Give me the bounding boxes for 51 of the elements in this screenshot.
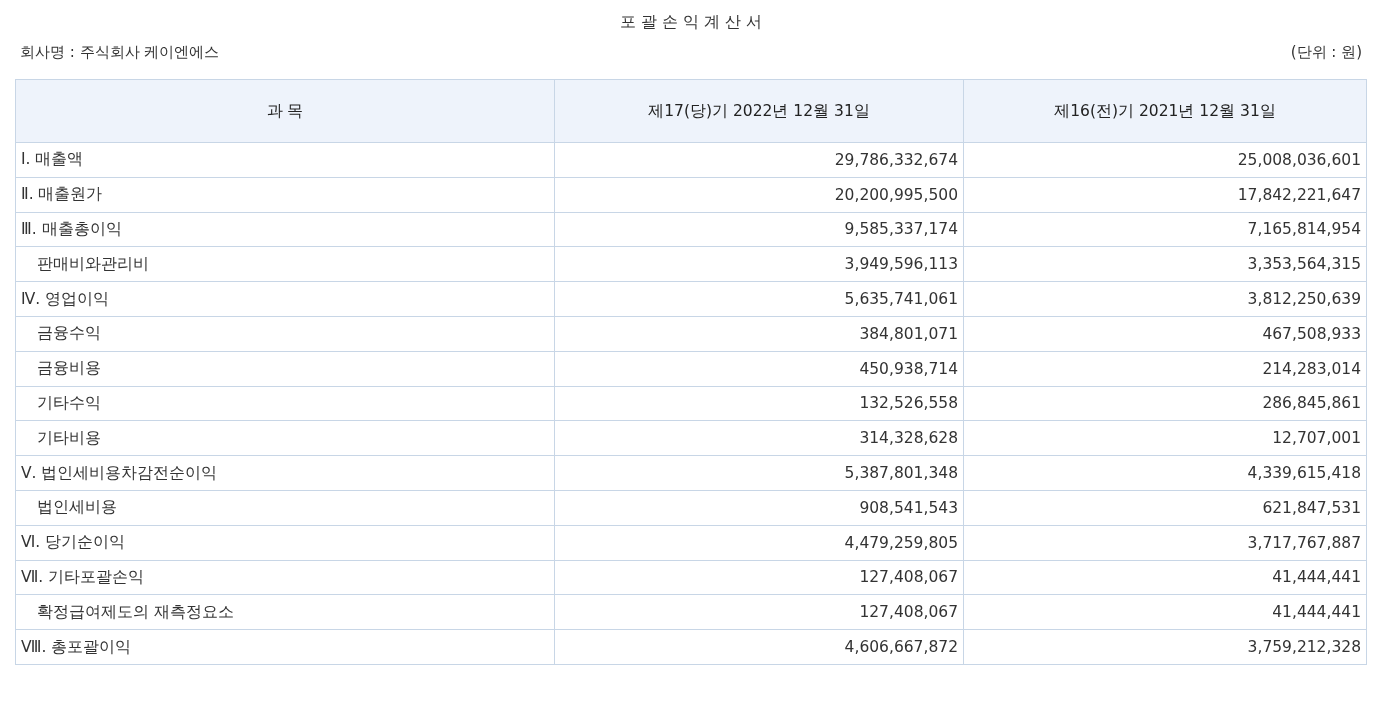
table-cell: 314,328,628 xyxy=(554,420,964,456)
table-cell: 확정급여제도의 재측정요소 xyxy=(15,594,555,630)
table-cell: 17,842,221,647 xyxy=(963,177,1367,213)
table-cell: 3,717,767,887 xyxy=(963,525,1367,561)
table-cell: 41,444,441 xyxy=(963,594,1367,630)
table-cell: 판매비와관리비 xyxy=(15,246,555,282)
table-cell: 25,008,036,601 xyxy=(963,142,1367,178)
table-cell: 기타비용 xyxy=(15,420,555,456)
table-cell: Ⅶ. 기타포괄손익 xyxy=(15,560,555,595)
table-cell: 908,541,543 xyxy=(554,490,964,526)
column-header: 과 목 xyxy=(15,79,555,143)
column-header: 제17(당)기 2022년 12월 31일 xyxy=(554,79,964,143)
table-cell: 9,585,337,174 xyxy=(554,212,964,247)
table-cell: 20,200,995,500 xyxy=(554,177,964,213)
table-cell: Ⅴ. 법인세비용차감전순이익 xyxy=(15,455,555,491)
table-cell: 132,526,558 xyxy=(554,386,964,421)
table-cell: 286,845,861 xyxy=(963,386,1367,421)
table-cell: 3,812,250,639 xyxy=(963,281,1367,317)
table-cell: 금융비용 xyxy=(15,351,555,387)
table-cell: 4,339,615,418 xyxy=(963,455,1367,491)
table-cell: 4,606,667,872 xyxy=(554,629,964,665)
table-cell: 4,479,259,805 xyxy=(554,525,964,561)
company-name: 회사명 : 주식회사 케이엔에스 xyxy=(20,42,220,62)
unit-label: (단위 : 원) xyxy=(1290,42,1362,62)
table-cell: 29,786,332,674 xyxy=(554,142,964,178)
table-cell: 금융수익 xyxy=(15,316,555,352)
table-cell: Ⅰ. 매출액 xyxy=(15,142,555,178)
column-header: 제16(전)기 2021년 12월 31일 xyxy=(963,79,1367,143)
table-cell: 467,508,933 xyxy=(963,316,1367,352)
table-cell: 450,938,714 xyxy=(554,351,964,387)
table-cell: 7,165,814,954 xyxy=(963,212,1367,247)
table-cell: Ⅲ. 매출총이익 xyxy=(15,212,555,247)
table-cell: 5,635,741,061 xyxy=(554,281,964,317)
table-cell: 5,387,801,348 xyxy=(554,455,964,491)
table-cell: 3,949,596,113 xyxy=(554,246,964,282)
table-cell: Ⅵ. 당기순이익 xyxy=(15,525,555,561)
table-cell: 3,353,564,315 xyxy=(963,246,1367,282)
table-cell: 법인세비용 xyxy=(15,490,555,526)
table-cell: Ⅷ. 총포괄이익 xyxy=(15,629,555,665)
table-cell: 41,444,441 xyxy=(963,560,1367,595)
table-cell: 12,707,001 xyxy=(963,420,1367,456)
table-cell: Ⅱ. 매출원가 xyxy=(15,177,555,213)
table-cell: 기타수익 xyxy=(15,386,555,421)
document-title: 포 괄 손 익 계 산 서 xyxy=(618,11,764,30)
table-cell: 621,847,531 xyxy=(963,490,1367,526)
table-cell: 127,408,067 xyxy=(554,594,964,630)
table-cell: 384,801,071 xyxy=(554,316,964,352)
table-cell: 3,759,212,328 xyxy=(963,629,1367,665)
table-cell: 214,283,014 xyxy=(963,351,1367,387)
table-cell: Ⅳ. 영업이익 xyxy=(15,281,555,317)
table-cell: 127,408,067 xyxy=(554,560,964,595)
